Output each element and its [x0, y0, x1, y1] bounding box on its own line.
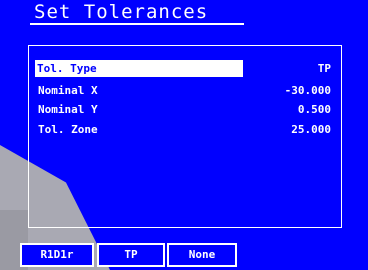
row-label: Tol. Zone	[38, 123, 98, 136]
screen-title: Set Tolerances	[34, 1, 209, 23]
softkey-1-button[interactable]: R1D1r	[20, 243, 94, 267]
row-tol-type[interactable]: Tol. Type TP	[35, 60, 335, 77]
softkey-3-button[interactable]: None	[167, 243, 237, 267]
row-value: -30.000	[284, 84, 331, 97]
row-value: 25.000	[291, 123, 331, 136]
row-nominal-x[interactable]: Nominal X -30.000	[35, 82, 335, 99]
tolerance-panel: Tol. Type TP Nominal X -30.000 Nominal Y…	[28, 45, 342, 228]
softkey-bar: R1D1r TP None	[0, 237, 368, 270]
row-value: TP	[317, 62, 331, 75]
row-tol-zone[interactable]: Tol. Zone 25.000	[35, 121, 335, 138]
title-underline	[30, 23, 244, 25]
row-label: Nominal Y	[38, 103, 98, 116]
row-value: 0.500	[297, 103, 331, 116]
row-label: Tol. Type	[35, 60, 243, 77]
title-bar: Set Tolerances	[0, 0, 368, 25]
row-nominal-y[interactable]: Nominal Y 0.500	[35, 101, 335, 118]
row-label: Nominal X	[38, 84, 98, 97]
softkey-2-button[interactable]: TP	[97, 243, 165, 267]
